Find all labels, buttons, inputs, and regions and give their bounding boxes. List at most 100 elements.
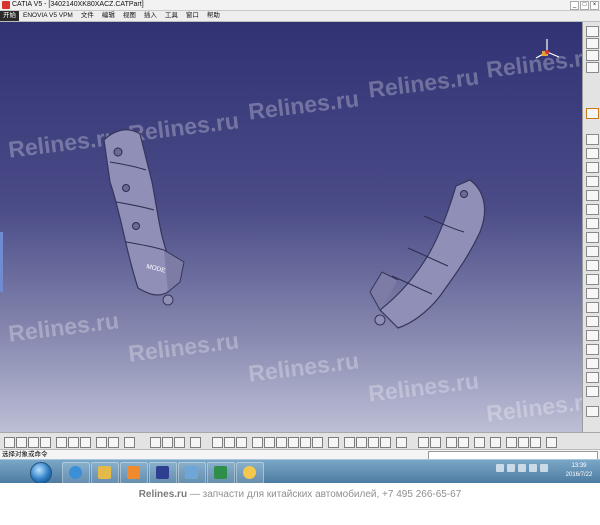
toolbar-button[interactable]	[586, 386, 599, 397]
menu-edit[interactable]: 编辑	[98, 11, 119, 21]
menu-tools[interactable]: 工具	[161, 11, 182, 21]
menu-window[interactable]: 窗口	[182, 11, 203, 21]
start-button[interactable]	[30, 462, 52, 483]
toolbar-button[interactable]	[174, 437, 185, 448]
tray-icon[interactable]	[496, 464, 504, 472]
toolbar-button[interactable]	[586, 162, 599, 173]
new-file-icon[interactable]	[4, 437, 15, 448]
toolbar-button[interactable]	[224, 437, 235, 448]
menu-start[interactable]: 开始	[0, 11, 19, 21]
toolbar-button[interactable]	[586, 218, 599, 229]
toolbar-button[interactable]	[586, 204, 599, 215]
open-file-icon[interactable]	[16, 437, 27, 448]
taskbar-app-folder[interactable]	[91, 462, 119, 483]
menu-file[interactable]: 文件	[77, 11, 98, 21]
watermark: Relines.ru	[246, 347, 361, 387]
left-steering-switch-part[interactable]: MODE	[88, 122, 198, 307]
hide-show-icon[interactable]	[368, 437, 379, 448]
toolbar-button[interactable]	[446, 437, 457, 448]
toolbar-button[interactable]	[124, 437, 135, 448]
toolbar-button[interactable]	[474, 437, 485, 448]
toolbar-button[interactable]	[586, 344, 599, 355]
tray-icon[interactable]	[529, 464, 537, 472]
toolbar-button[interactable]	[586, 330, 599, 341]
toolbar-button[interactable]	[212, 437, 223, 448]
toolbar-button[interactable]	[586, 358, 599, 369]
maximize-button[interactable]: □	[580, 1, 589, 10]
toolbar-button[interactable]	[586, 50, 599, 61]
3d-viewport[interactable]: Relines.ru Relines.ru Relines.ru Relines…	[0, 22, 582, 432]
normal-view-icon[interactable]	[312, 437, 323, 448]
save-icon[interactable]	[28, 437, 39, 448]
select-arrow-icon[interactable]	[586, 108, 599, 119]
tray-icon[interactable]	[518, 464, 526, 472]
zoom-in-icon[interactable]	[288, 437, 299, 448]
compass-icon[interactable]	[532, 36, 562, 66]
paste-icon[interactable]	[80, 437, 91, 448]
toolbar-button[interactable]	[546, 437, 557, 448]
toolbar-button[interactable]	[506, 437, 517, 448]
pan-icon[interactable]	[264, 437, 275, 448]
toolbar-button[interactable]	[458, 437, 469, 448]
toolbar-button[interactable]	[430, 437, 441, 448]
taskbar-app-images[interactable]	[178, 462, 206, 483]
toolbar-button[interactable]	[586, 148, 599, 159]
toolbar-button[interactable]	[380, 437, 391, 448]
print-icon[interactable]	[40, 437, 51, 448]
right-steering-switch-part[interactable]	[368, 172, 493, 342]
toolbar-button[interactable]	[586, 274, 599, 285]
right-toolbar	[582, 22, 600, 432]
toolbar-button[interactable]	[586, 246, 599, 257]
taskbar-app-media[interactable]	[120, 462, 148, 483]
watermark: Relines.ru	[6, 307, 121, 347]
undo-icon[interactable]	[96, 437, 107, 448]
taskbar-app-excel[interactable]	[207, 462, 235, 483]
weather-icon	[243, 466, 256, 479]
fit-all-icon[interactable]	[252, 437, 263, 448]
toolbar-button[interactable]	[518, 437, 529, 448]
zoom-out-icon[interactable]	[300, 437, 311, 448]
toolbar-button[interactable]	[586, 260, 599, 271]
viewport-scroll-indicator[interactable]	[0, 232, 3, 292]
rotate-icon[interactable]	[276, 437, 287, 448]
toolbar-button[interactable]	[586, 316, 599, 327]
toolbar-button[interactable]	[586, 134, 599, 145]
toolbar-button[interactable]	[190, 437, 201, 448]
toolbar-button[interactable]	[586, 372, 599, 383]
toolbar-button[interactable]	[586, 406, 599, 417]
toolbar-button[interactable]	[490, 437, 501, 448]
menu-help[interactable]: 帮助	[203, 11, 224, 21]
toolbar-button[interactable]	[328, 437, 339, 448]
menu-view[interactable]: 视图	[119, 11, 140, 21]
toolbar-button[interactable]	[150, 437, 161, 448]
clock[interactable]: 13:39 2016/7/22	[560, 462, 598, 480]
toolbar-button[interactable]	[586, 62, 599, 73]
copy-icon[interactable]	[68, 437, 79, 448]
toolbar-button[interactable]	[586, 232, 599, 243]
toolbar-button[interactable]	[586, 26, 599, 37]
toolbar-button[interactable]	[396, 437, 407, 448]
toolbar-button[interactable]	[586, 38, 599, 49]
iso-view-icon[interactable]	[344, 437, 355, 448]
tray-icon[interactable]	[540, 464, 548, 472]
menu-insert[interactable]: 插入	[140, 11, 161, 21]
taskbar-app-ie[interactable]	[62, 462, 90, 483]
toolbar-button[interactable]	[162, 437, 173, 448]
taskbar-app-weather[interactable]	[236, 462, 264, 483]
taskbar-app-catia[interactable]	[149, 462, 177, 483]
bottom-toolbar	[0, 432, 600, 449]
minimize-button[interactable]: _	[570, 1, 579, 10]
cut-icon[interactable]	[56, 437, 67, 448]
toolbar-button[interactable]	[530, 437, 541, 448]
toolbar-button[interactable]	[586, 190, 599, 201]
redo-icon[interactable]	[108, 437, 119, 448]
close-button[interactable]: ×	[590, 1, 599, 10]
tray-icon[interactable]	[507, 464, 515, 472]
toolbar-button[interactable]	[586, 176, 599, 187]
shading-icon[interactable]	[356, 437, 367, 448]
toolbar-button[interactable]	[586, 302, 599, 313]
toolbar-button[interactable]	[586, 288, 599, 299]
toolbar-button[interactable]	[236, 437, 247, 448]
menu-enovia[interactable]: ENOVIA V5 VPM	[19, 11, 77, 21]
toolbar-button[interactable]	[418, 437, 429, 448]
